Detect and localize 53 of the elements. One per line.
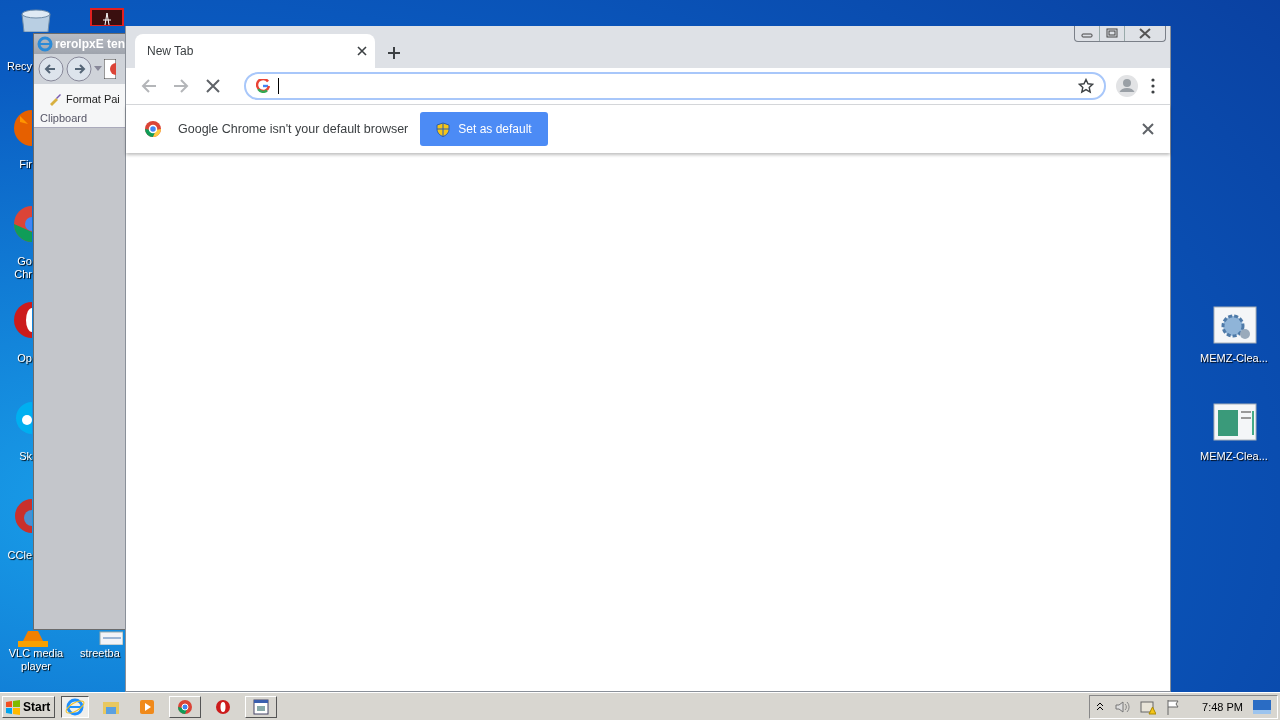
shield-icon — [436, 121, 451, 137]
windows-logo-icon — [5, 698, 21, 715]
stop-icon[interactable] — [206, 79, 220, 93]
icon-label: VLC media player — [7, 647, 65, 673]
icon-label: CCle — [7, 549, 32, 562]
icon-label: streetba — [80, 647, 120, 660]
show-desktop-icon[interactable] — [1253, 699, 1271, 714]
star-icon[interactable] — [1078, 78, 1094, 94]
icon-label: Fir — [19, 158, 32, 171]
chevron-up-icon[interactable] — [1096, 701, 1105, 712]
media-player-icon — [139, 698, 156, 715]
address-field[interactable] — [244, 72, 1106, 100]
infobar-message: Google Chrome isn't your default browser — [178, 122, 409, 136]
text-cursor — [278, 78, 280, 94]
forward-icon[interactable] — [66, 56, 92, 82]
ie-icon — [65, 696, 86, 717]
taskbar-button[interactable] — [61, 695, 90, 718]
firefox-icon[interactable] — [14, 108, 32, 148]
ccleaner-icon[interactable] — [14, 496, 32, 536]
clock[interactable]: 7:48 PM — [1202, 700, 1243, 713]
paintbrush-icon[interactable] — [48, 92, 62, 106]
icon-label: MEMZ-Clea... — [1200, 352, 1268, 365]
back-icon[interactable] — [141, 78, 157, 94]
close-icon[interactable] — [357, 46, 367, 56]
icon-label: Sk — [19, 450, 32, 463]
caret-icon[interactable] — [94, 66, 102, 72]
opera-icon — [215, 698, 232, 715]
recycle-bin-icon[interactable] — [18, 8, 54, 32]
icon-label: Recy — [6, 60, 32, 73]
icon-label: MEMZ-Clea... — [1200, 450, 1268, 463]
forward-icon[interactable] — [173, 78, 189, 94]
app-window-icon[interactable] — [1213, 403, 1257, 441]
ribbon-item[interactable]: Format Pai — [66, 93, 120, 105]
network-warning-icon[interactable] — [1140, 698, 1157, 715]
document-icon[interactable] — [99, 631, 123, 645]
icon-label: Go Chr — [13, 255, 32, 281]
speaker-icon[interactable] — [1114, 699, 1131, 714]
browser-tab[interactable]: New Tab — [135, 34, 375, 68]
start-button[interactable]: Start — [2, 695, 56, 718]
window-title: rerolpxE ten — [55, 37, 126, 51]
google-icon — [256, 79, 270, 93]
avatar-icon[interactable] — [1116, 75, 1138, 97]
icon-label: Op — [17, 352, 32, 365]
opera-icon[interactable] — [14, 300, 32, 340]
flag-icon[interactable] — [1166, 698, 1181, 715]
app-window-icon — [253, 698, 270, 715]
close-icon[interactable] — [1142, 123, 1154, 135]
ie-icon — [37, 36, 53, 52]
back-icon[interactable] — [38, 56, 64, 82]
app-icon[interactable] — [90, 8, 124, 26]
group-label: Clipboard — [40, 112, 89, 124]
new-tab-icon[interactable] — [387, 46, 401, 60]
gear-app-icon[interactable] — [1213, 306, 1257, 344]
